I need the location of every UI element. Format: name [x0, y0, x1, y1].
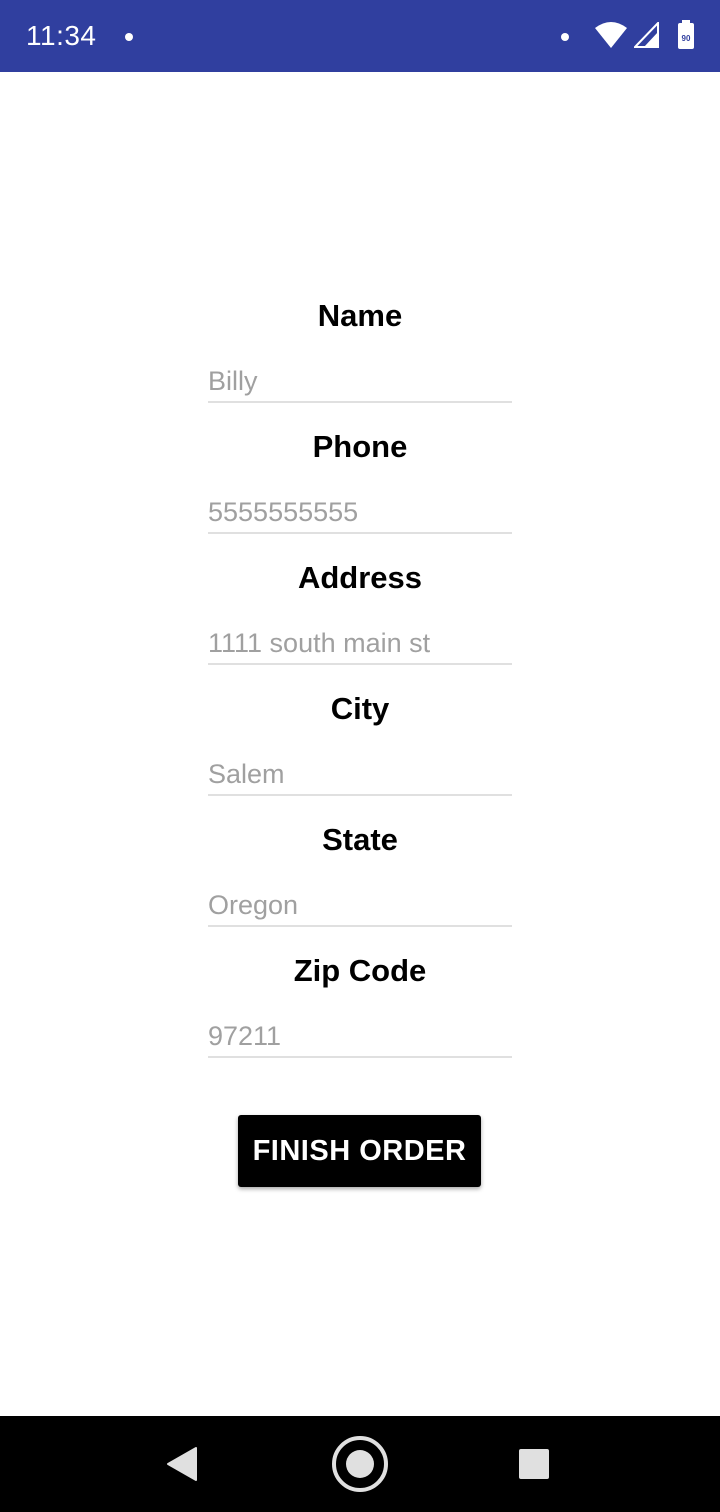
navigation-bar — [0, 1416, 720, 1512]
home-button[interactable] — [312, 1416, 408, 1512]
status-time: 11:34 — [26, 20, 97, 51]
status-bar: 11:34 90 — [0, 0, 720, 72]
back-button[interactable] — [134, 1416, 230, 1512]
state-input[interactable] — [208, 885, 512, 927]
battery-icon: 90 — [678, 20, 694, 49]
recents-button[interactable] — [486, 1416, 582, 1512]
screen: 11:34 90 Name Phone Address City State Z… — [0, 0, 720, 1512]
notification-dot-icon — [125, 33, 133, 41]
phone-label: Phone — [312, 429, 408, 464]
back-icon — [167, 1447, 197, 1481]
cellular-signal-icon — [634, 22, 659, 48]
name-label: Name — [317, 298, 403, 333]
zip-code-label: Zip Code — [293, 953, 427, 988]
phone-input[interactable] — [208, 492, 512, 534]
home-icon — [332, 1436, 388, 1492]
zip-code-input[interactable] — [208, 1016, 512, 1058]
city-label: City — [330, 691, 390, 726]
name-input[interactable] — [208, 361, 512, 403]
address-label: Address — [297, 560, 423, 595]
recents-icon — [519, 1449, 549, 1479]
city-input[interactable] — [208, 754, 512, 796]
finish-order-button[interactable]: FINISH ORDER — [238, 1115, 481, 1187]
address-input[interactable] — [208, 623, 512, 665]
state-label: State — [322, 822, 398, 857]
battery-level: 90 — [682, 34, 691, 43]
wifi-icon — [595, 22, 627, 48]
status-dot-icon — [561, 33, 569, 41]
